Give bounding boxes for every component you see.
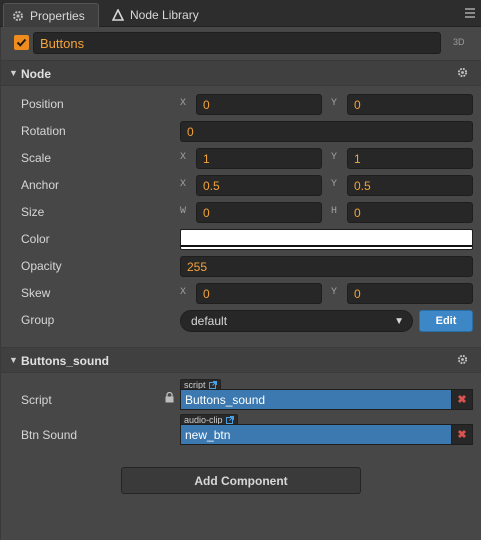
opacity-label: Opacity bbox=[21, 259, 62, 273]
collapse-triangle-icon[interactable]: ▼ bbox=[9, 355, 18, 365]
tab-properties-label: Properties bbox=[30, 8, 85, 23]
group-select[interactable]: default ▼ bbox=[180, 310, 413, 332]
opacity-row: Opacity 255 bbox=[1, 253, 481, 280]
node-section-header[interactable]: ▼ Node bbox=[1, 60, 481, 86]
size-width-input[interactable]: 0 bbox=[196, 202, 322, 223]
collapse-triangle-icon[interactable]: ▼ bbox=[9, 68, 18, 78]
scale-label: Scale bbox=[21, 151, 52, 165]
opacity-input[interactable]: 255 bbox=[180, 256, 473, 277]
anchor-label: Anchor bbox=[21, 178, 60, 192]
color-row: Color bbox=[1, 226, 481, 253]
rotation-row: Rotation 0 bbox=[1, 118, 481, 145]
skew-y-axis: Y bbox=[331, 287, 338, 298]
position-x-axis: X bbox=[180, 98, 187, 109]
chevron-down-icon: ▼ bbox=[394, 316, 404, 327]
size-height-input[interactable]: 0 bbox=[347, 202, 473, 223]
skew-y-input[interactable]: 0 bbox=[347, 283, 473, 304]
anchor-x-input[interactable]: 0.5 bbox=[196, 175, 322, 196]
panel-menu-icon[interactable] bbox=[465, 8, 475, 18]
rotation-input[interactable]: 0 bbox=[180, 121, 473, 142]
scale-row: Scale X 1 Y 1 bbox=[1, 145, 481, 172]
position-y-input[interactable]: 0 bbox=[347, 94, 473, 115]
node-header: Buttons 3D bbox=[11, 32, 475, 54]
position-x-input[interactable]: 0 bbox=[196, 94, 322, 115]
script-asset-field[interactable]: Buttons_sound bbox=[180, 389, 452, 410]
size-row: Size W 0 H 0 bbox=[1, 199, 481, 226]
btn-sound-asset-field[interactable]: new_btn bbox=[180, 424, 452, 445]
scale-x-axis: X bbox=[180, 152, 187, 163]
script-clear-button[interactable]: ✖ bbox=[452, 389, 473, 410]
anchor-x-axis: X bbox=[180, 179, 187, 190]
position-label: Position bbox=[21, 97, 64, 111]
open-external-icon[interactable] bbox=[208, 380, 217, 389]
skew-label: Skew bbox=[21, 286, 51, 300]
script-label: Script bbox=[21, 393, 52, 407]
tab-node-library-label: Node Library bbox=[130, 8, 199, 22]
component-section-title: Buttons_sound bbox=[21, 354, 109, 368]
anchor-row: Anchor X 0.5 Y 0.5 bbox=[1, 172, 481, 199]
btn-sound-label: Btn Sound bbox=[21, 428, 78, 442]
position-y-axis: Y bbox=[331, 98, 338, 109]
component-section-header[interactable]: ▼ Buttons_sound bbox=[1, 347, 481, 373]
properties-panel: Buttons 3D ▼ Node Position X 0 Y 0 Rotat… bbox=[0, 27, 481, 540]
group-label: Group bbox=[21, 313, 55, 327]
skew-x-input[interactable]: 0 bbox=[196, 283, 322, 304]
node-enabled-checkbox[interactable] bbox=[14, 35, 29, 50]
tab-node-library[interactable]: Node Library bbox=[104, 3, 224, 27]
node-settings-gear-icon[interactable] bbox=[457, 67, 468, 81]
gear-icon bbox=[13, 10, 23, 21]
component-settings-gear-icon[interactable] bbox=[457, 354, 468, 368]
btn-sound-clear-button[interactable]: ✖ bbox=[452, 424, 473, 445]
skew-row: Skew X 0 Y 0 bbox=[1, 280, 481, 307]
triangle-icon bbox=[112, 9, 124, 21]
edit-group-button[interactable]: Edit bbox=[419, 310, 473, 332]
node-section-title: Node bbox=[21, 67, 51, 81]
color-swatch[interactable] bbox=[180, 229, 473, 250]
tab-properties[interactable]: Properties bbox=[3, 3, 99, 27]
lock-icon bbox=[165, 391, 174, 406]
anchor-y-axis: Y bbox=[331, 179, 338, 190]
panel-tab-bar: Properties Node Library bbox=[0, 0, 481, 27]
scale-y-axis: Y bbox=[331, 152, 338, 163]
color-label: Color bbox=[21, 232, 50, 246]
size-w-axis: W bbox=[180, 206, 187, 217]
node-name-input[interactable]: Buttons bbox=[33, 32, 441, 54]
rotation-label: Rotation bbox=[21, 124, 66, 138]
position-row: Position X 0 Y 0 bbox=[1, 91, 481, 118]
scale-y-input[interactable]: 1 bbox=[347, 148, 473, 169]
scale-x-input[interactable]: 1 bbox=[196, 148, 322, 169]
checkmark-icon bbox=[16, 38, 27, 47]
toggle-3d-button[interactable]: 3D bbox=[453, 37, 465, 47]
group-select-value: default bbox=[191, 314, 228, 328]
open-external-icon[interactable] bbox=[225, 415, 234, 424]
add-component-button[interactable]: Add Component bbox=[121, 467, 361, 494]
size-label: Size bbox=[21, 205, 45, 219]
group-row: Group default ▼ Edit bbox=[1, 307, 481, 334]
size-h-axis: H bbox=[331, 206, 338, 217]
anchor-y-input[interactable]: 0.5 bbox=[347, 175, 473, 196]
skew-x-axis: X bbox=[180, 287, 187, 298]
